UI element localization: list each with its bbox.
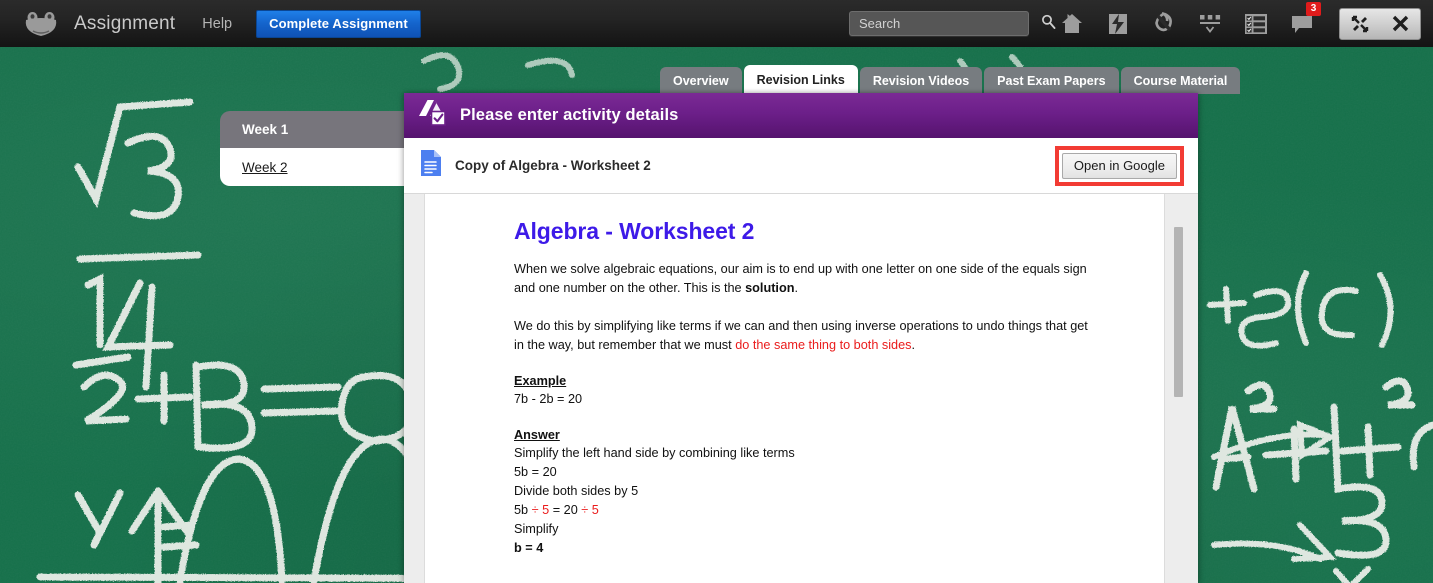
example-equation: 7b - 2b = 20 <box>514 392 583 406</box>
tab-label: Revision Links <box>756 72 845 87</box>
file-name: Copy of Algebra - Worksheet 2 <box>455 158 651 173</box>
tab-bar: Overview Revision Links Revision Videos … <box>660 65 1242 94</box>
frog-logo-icon[interactable] <box>24 10 58 38</box>
tab-overview[interactable]: Overview <box>660 67 742 94</box>
complete-assignment-button[interactable]: Complete Assignment <box>256 9 421 38</box>
tab-course-material[interactable]: Course Material <box>1120 67 1241 94</box>
google-drive-checkbox-icon <box>418 99 448 132</box>
document-page: Algebra - Worksheet 2 When we solve alge… <box>425 194 1164 583</box>
open-in-google-button[interactable]: Open in Google <box>1061 152 1177 179</box>
week-label: Week 1 <box>242 122 289 137</box>
document-scrollbar-thumb[interactable] <box>1174 227 1183 397</box>
close-icon[interactable] <box>1383 9 1417 39</box>
restore-icon[interactable] <box>1343 9 1377 39</box>
paragraph-1-text-b: . <box>794 281 798 295</box>
search-input[interactable] <box>850 16 1041 31</box>
tab-label: Past Exam Papers <box>997 73 1106 88</box>
tab-revision-links[interactable]: Revision Links <box>743 65 858 94</box>
document-left-gutter <box>404 194 425 583</box>
notification-badge: 3 <box>1306 2 1321 16</box>
answer-step-2: 5b = 20 <box>514 465 557 479</box>
answer-step-4-b: = 20 <box>549 503 582 517</box>
paragraph-2-text-b: . <box>911 338 916 352</box>
chat-bubble-icon[interactable]: 3 <box>1279 0 1325 47</box>
refresh-swirl-icon[interactable] <box>1141 0 1187 47</box>
open-in-google-highlight: Open in Google <box>1054 145 1184 186</box>
assignment-app-window: Overview Revision Links Revision Videos … <box>0 0 1433 583</box>
answer-step-3: Divide both sides by 5 <box>514 484 639 498</box>
answer-step-4-div-1: ÷ 5 <box>531 503 550 517</box>
home-icon[interactable] <box>1049 0 1095 47</box>
paragraph-2-emphasis: do the same thing to both sides <box>735 338 912 352</box>
toolbar-icon-group: 3 <box>1049 0 1325 47</box>
week-label: Week 2 <box>242 159 288 175</box>
modal-title: Please enter activity details <box>460 106 679 124</box>
answer-step-4-a: 5b <box>514 503 532 517</box>
document-paragraph-2: We do this by simplifying like terms if … <box>514 317 1094 355</box>
top-toolbar: Assignment Help Complete Assignment Sear… <box>0 0 1433 47</box>
tab-past-exam-papers[interactable]: Past Exam Papers <box>984 67 1119 94</box>
answer-step-6: b = 4 <box>514 541 544 555</box>
paragraph-1-bold: solution <box>745 281 795 295</box>
document-viewer: Algebra - Worksheet 2 When we solve alge… <box>404 194 1198 583</box>
window-controls <box>1339 7 1421 40</box>
dots-chevron-icon[interactable] <box>1187 0 1233 47</box>
app-title: Assignment <box>74 12 176 34</box>
answer-heading: Answer <box>514 428 560 442</box>
tab-label: Overview <box>673 73 729 88</box>
answer-step-1: Simplify the left hand side by combining… <box>514 446 795 460</box>
answer-step-4: 5b ÷ 5 = 20 ÷ 5 <box>514 501 1164 520</box>
help-link[interactable]: Help <box>202 16 232 32</box>
modal-header: Please enter activity details <box>404 93 1198 138</box>
tab-label: Revision Videos <box>872 73 970 88</box>
tab-label: Course Material <box>1133 73 1228 88</box>
tab-revision-videos[interactable]: Revision Videos <box>859 67 983 94</box>
document-scrollbar[interactable] <box>1164 194 1198 583</box>
paragraph-1-text-a: When we solve algebraic equations, our a… <box>514 262 1087 295</box>
answer-step-5: Simplify <box>514 522 559 536</box>
file-row: Copy of Algebra - Worksheet 2 Open in Go… <box>404 138 1198 194</box>
activity-details-modal: Please enter activity details Copy of Al… <box>404 93 1198 583</box>
google-docs-icon <box>420 149 442 182</box>
document-paragraph-1: When we solve algebraic equations, our a… <box>514 260 1094 298</box>
document-title: Algebra - Worksheet 2 <box>514 218 755 244</box>
search-box[interactable] <box>849 11 1056 36</box>
checklist-icon[interactable] <box>1233 0 1279 47</box>
example-heading: Example <box>514 374 567 388</box>
flash-icon[interactable] <box>1095 0 1141 47</box>
answer-step-4-div-2: ÷ 5 <box>581 503 599 517</box>
